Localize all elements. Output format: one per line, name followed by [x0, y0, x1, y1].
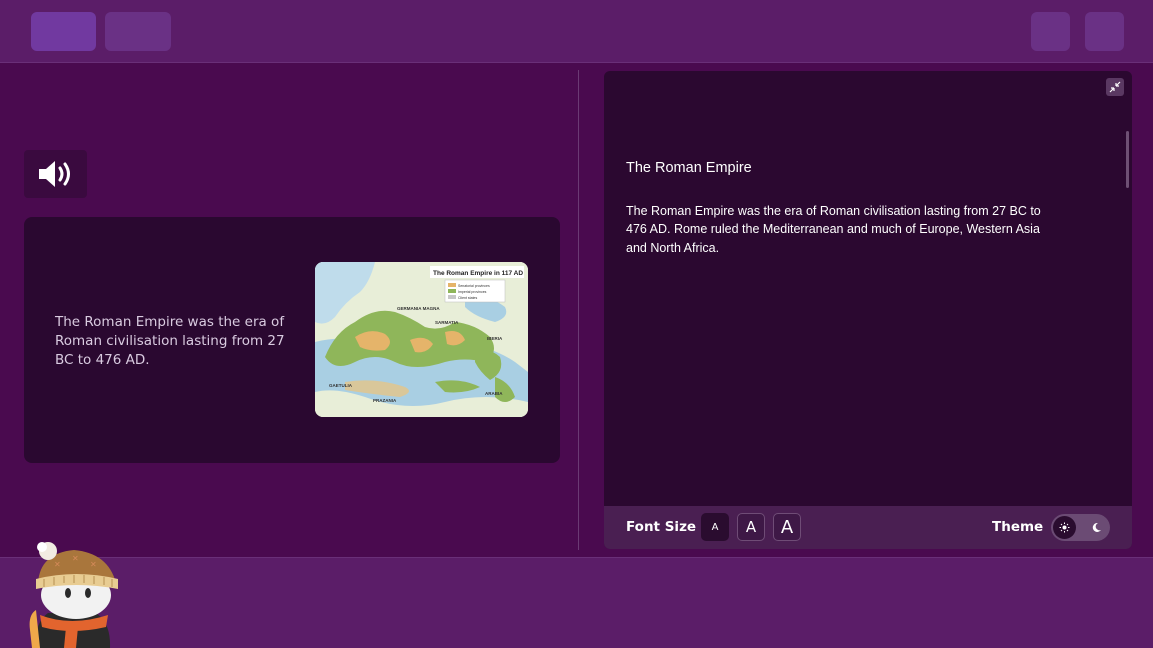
- theme-toggle[interactable]: [1051, 514, 1110, 541]
- map-label-0: GERMANIA MAGNA: [397, 306, 440, 311]
- map-legend-1: Imperial provinces: [458, 290, 487, 294]
- collapse-icon: [1109, 81, 1121, 93]
- reader-title: The Roman Empire: [626, 160, 752, 176]
- theme-label: Theme: [992, 519, 1044, 535]
- audio-button[interactable]: [24, 150, 87, 198]
- top-toolbar: [0, 0, 1153, 63]
- reader-body: The Roman Empire was the era of Roman ci…: [626, 204, 1041, 255]
- slide-card: The Roman Empire was the era of Roman ci…: [24, 217, 560, 463]
- svg-text:✕: ✕: [54, 560, 61, 569]
- toolbar-button-2[interactable]: [105, 12, 171, 51]
- reader-scrollbar[interactable]: [1126, 131, 1129, 188]
- theme-toggle-knob: [1053, 516, 1076, 539]
- font-size-label: Font Size: [626, 519, 697, 535]
- map-label-4: ARABIA: [485, 391, 503, 396]
- toolbar-button-1[interactable]: [31, 12, 96, 51]
- toolbar-button-3[interactable]: [1031, 12, 1070, 51]
- font-size-large-button[interactable]: A: [773, 513, 801, 541]
- map-label-5: PRAZANIA: [373, 398, 397, 403]
- map-title: The Roman Empire in 117 AD: [433, 270, 523, 277]
- speaker-icon: [38, 161, 70, 187]
- map-legend-2: Client states: [458, 296, 478, 300]
- toolbar-button-4[interactable]: [1085, 12, 1124, 51]
- map-label-2: IBERIA: [487, 336, 503, 341]
- panel-divider: [578, 70, 579, 550]
- mascot-character: ✕ ✕ ✕: [26, 535, 126, 648]
- sun-icon: [1059, 522, 1070, 533]
- reader-footer: Font Size A A A Theme: [604, 506, 1132, 549]
- font-size-small-button[interactable]: A: [701, 513, 729, 541]
- map-label-3: GAETULIA: [329, 383, 353, 388]
- font-size-medium-button[interactable]: A: [737, 513, 765, 541]
- bottom-bar: [0, 557, 1153, 648]
- reader-panel: The Roman Empire The Roman Empire was th…: [604, 71, 1132, 549]
- map-legend-0: Senatorial provinces: [458, 284, 490, 288]
- svg-text:✕: ✕: [90, 560, 97, 569]
- slide-text: The Roman Empire was the era of Roman ci…: [55, 314, 285, 368]
- map-label-1: SARMATIA: [435, 320, 459, 325]
- collapse-button[interactable]: [1106, 78, 1124, 96]
- roman-empire-map: The Roman Empire in 117 AD Senatorial pr…: [315, 262, 528, 417]
- svg-text:✕: ✕: [72, 554, 79, 563]
- moon-icon: [1089, 520, 1103, 534]
